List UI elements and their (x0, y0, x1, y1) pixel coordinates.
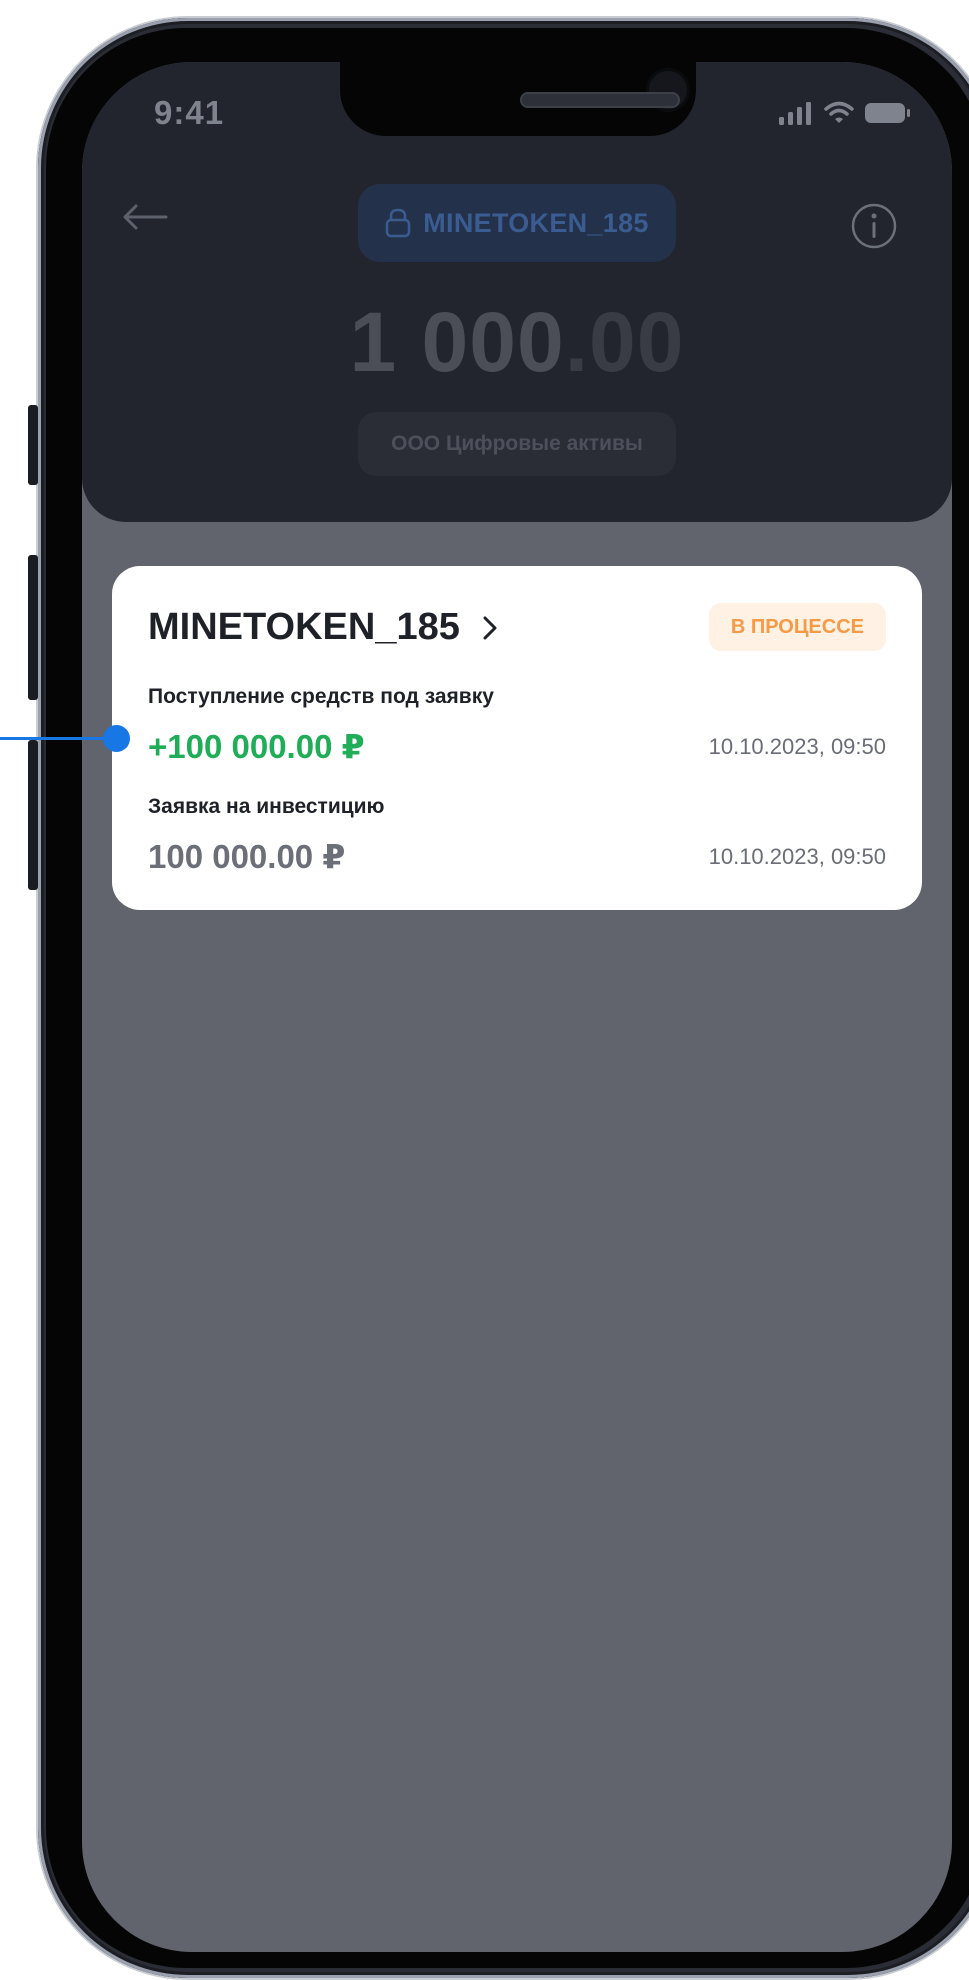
info-icon (851, 203, 897, 249)
status-time: 9:41 (154, 94, 225, 131)
balance-amount: 1 000.00 (82, 294, 952, 391)
card-title-link[interactable]: MINETOKEN_185 (148, 606, 498, 649)
company-label: ООО Цифровые активы (391, 432, 643, 455)
back-button[interactable] (122, 202, 182, 252)
transaction-date: 10.10.2023, 09:50 (708, 734, 886, 759)
phone-mute-switch (28, 405, 38, 485)
status-icons (778, 100, 912, 126)
wifi-icon (824, 101, 854, 123)
annotation-dot (103, 725, 130, 752)
token-chip[interactable]: MINETOKEN_185 (358, 184, 676, 262)
signal-icon (779, 102, 811, 125)
company-chip: ООО Цифровые активы (358, 412, 676, 476)
transaction-date: 10.10.2023, 09:50 (708, 844, 886, 869)
phone-volume-up (28, 555, 38, 700)
arrow-left-icon (123, 204, 168, 230)
earpiece-speaker (520, 92, 680, 108)
application-card[interactable]: MINETOKEN_185 В ПРОЦЕССЕ Поступление сре… (112, 566, 922, 910)
phone-volume-down (28, 740, 38, 890)
lock-icon (386, 208, 411, 238)
chevron-right-icon (483, 616, 497, 639)
transaction-label: Заявка на инвестицию (148, 795, 385, 818)
transaction-label: Поступление средств под заявку (148, 685, 494, 708)
battery-icon (865, 103, 910, 123)
balance-integer: 1 000 (349, 295, 565, 389)
card-title: MINETOKEN_185 (148, 606, 460, 648)
transaction-amount: +100 000.00 ₽ (148, 728, 365, 765)
balance-decimal: .00 (564, 295, 685, 389)
token-chip-label: MINETOKEN_185 (423, 207, 649, 238)
transaction-amount: 100 000.00 ₽ (148, 838, 346, 875)
phone-screen: 9:41 MINETOKEN_185 1 000.00 ООО Цифровые… (82, 62, 952, 1952)
info-button[interactable] (850, 202, 898, 250)
asset-header: 9:41 MINETOKEN_185 1 000.00 ООО Цифровые… (82, 62, 952, 522)
status-badge: В ПРОЦЕССЕ (708, 603, 886, 651)
annotation-line (0, 737, 118, 740)
